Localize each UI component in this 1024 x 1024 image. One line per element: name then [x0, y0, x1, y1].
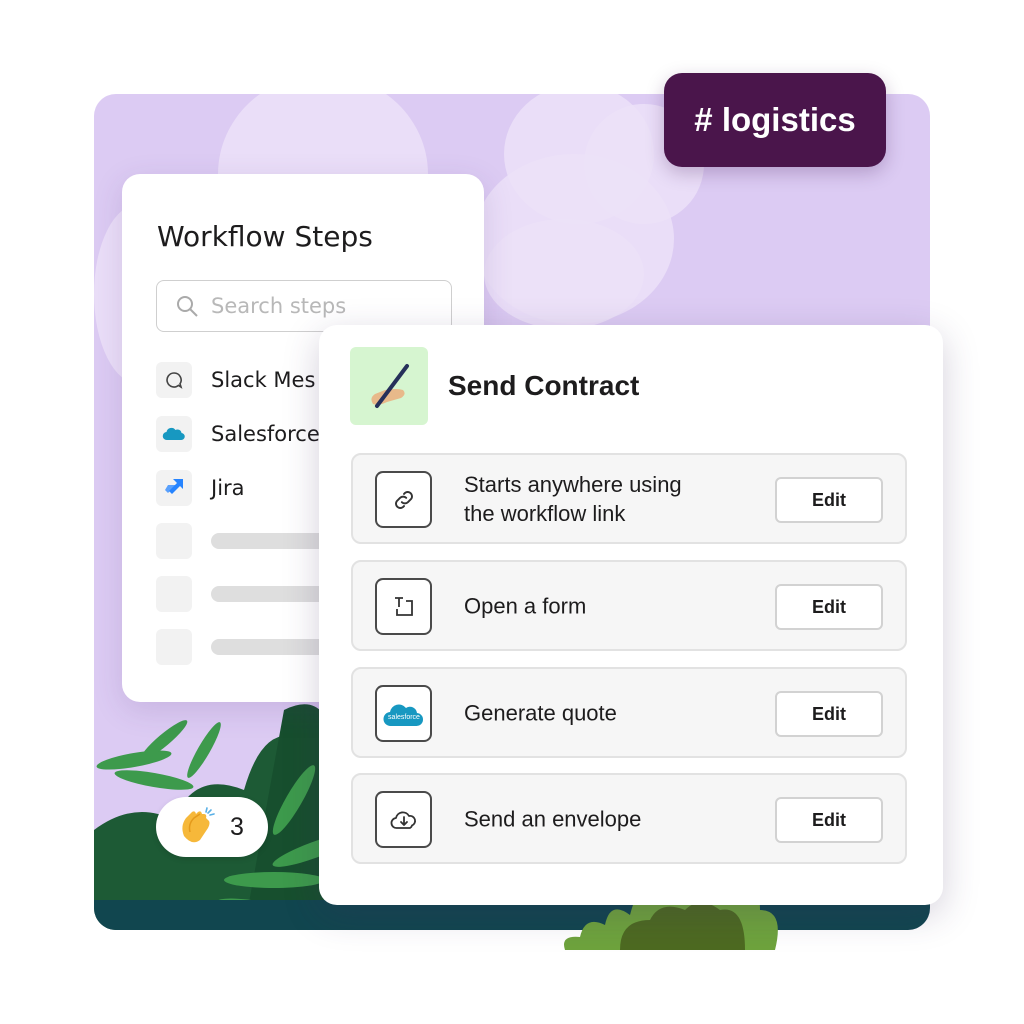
step-label-line: the workflow link	[464, 500, 626, 526]
writing-hand-icon	[350, 347, 428, 425]
step-option-label: Slack Mes	[211, 368, 316, 392]
placeholder-icon	[156, 576, 192, 612]
salesforce-cloud-icon	[156, 416, 192, 452]
edit-button[interactable]: Edit	[775, 797, 883, 843]
step-option-label: Salesforce	[211, 422, 320, 446]
link-icon	[375, 471, 432, 528]
channel-tag[interactable]: # logistics	[664, 73, 886, 167]
workflow-step[interactable]: Send an envelope Edit	[351, 773, 907, 864]
placeholder-icon	[156, 629, 192, 665]
edit-button[interactable]: Edit	[775, 691, 883, 737]
edit-button[interactable]: Edit	[775, 477, 883, 523]
send-contract-card: Send Contract Starts anywhere using the …	[319, 325, 943, 905]
search-icon	[177, 296, 198, 317]
panel-title: Workflow Steps	[157, 220, 373, 253]
salesforce-logo-icon: salesforce	[375, 685, 432, 742]
cloud-shape	[484, 219, 644, 329]
edit-button[interactable]: Edit	[775, 584, 883, 630]
workflow-step[interactable]: Starts anywhere using the workflow link …	[351, 453, 907, 544]
placeholder-icon	[156, 523, 192, 559]
step-label: Send an envelope	[464, 806, 642, 831]
workflow-step[interactable]: salesforce Generate quote Edit	[351, 667, 907, 758]
card-title: Send Contract	[448, 370, 640, 401]
search-input[interactable]	[209, 293, 413, 319]
chat-bubble-icon	[156, 362, 192, 398]
reaction-count: 3	[230, 812, 244, 841]
workflow-step[interactable]: Open a form Edit	[351, 560, 907, 651]
step-label: Starts anywhere using the workflow link	[464, 470, 682, 528]
jira-icon	[156, 470, 192, 506]
cloud-download-icon	[375, 791, 432, 848]
salesforce-logo-text: salesforce	[388, 714, 420, 721]
step-option-label: Jira	[211, 476, 245, 500]
clapping-hands-icon	[182, 807, 215, 843]
step-label: Generate quote	[464, 700, 617, 725]
step-label-line: Starts anywhere using	[464, 471, 682, 497]
reaction-pill[interactable]: 3	[156, 797, 268, 857]
form-icon	[375, 578, 432, 635]
step-label: Open a form	[464, 593, 587, 618]
